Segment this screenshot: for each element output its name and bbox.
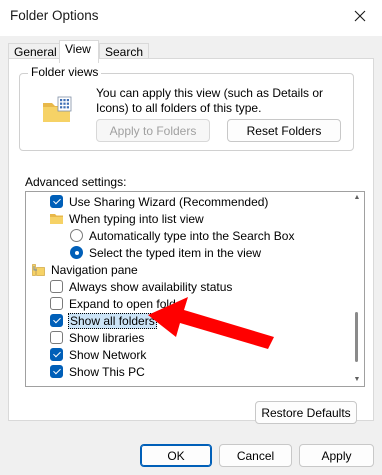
list-item-label: Use Sharing Wizard (Recommended) (69, 194, 269, 209)
folder-views-icon (43, 96, 72, 122)
ok-button[interactable]: OK (140, 444, 212, 467)
list-item-show-network[interactable]: Show Network (50, 346, 147, 363)
checkbox[interactable] (50, 331, 63, 344)
list-item-use-sharing-wizard[interactable]: Use Sharing Wizard (Recommended) (50, 193, 269, 210)
advanced-settings-label: Advanced settings: (25, 175, 127, 189)
navigation-pane-icon (32, 263, 45, 276)
list-item-navigation-pane: Navigation pane (32, 261, 139, 278)
list-item-label: When typing into list view (69, 211, 204, 226)
close-icon (354, 10, 366, 22)
list-item-expand-to-open[interactable]: Expand to open folder (50, 295, 187, 312)
list-item-label: Show This PC (69, 364, 145, 379)
restore-defaults-button[interactable]: Restore Defaults (255, 401, 357, 424)
checkbox[interactable] (50, 195, 63, 208)
scrollbar[interactable]: ▲ ▼ (350, 192, 364, 386)
radio-button[interactable] (70, 246, 83, 259)
checkbox[interactable] (50, 348, 63, 361)
apply-to-folders-button[interactable]: Apply to Folders (96, 119, 210, 142)
checkbox[interactable] (50, 297, 63, 310)
list-item-label: Show libraries (69, 330, 145, 345)
list-item-label: Always show availability status (69, 279, 233, 294)
list-item-show-libraries[interactable]: Show libraries (50, 329, 145, 346)
reset-folders-button[interactable]: Reset Folders (227, 119, 341, 142)
list-item-availability-status[interactable]: Always show availability status (50, 278, 233, 295)
list-item-label: Show all folders (68, 312, 157, 329)
folder-views-group: Folder views You can apply this view (su… (19, 65, 354, 151)
folder-icon (50, 213, 63, 224)
list-item-label: Show Network (69, 347, 147, 362)
list-item-auto-type-search[interactable]: Automatically type into the Search Box (70, 227, 295, 244)
list-item-show-all-folders[interactable]: Show all folders (50, 312, 157, 329)
scroll-down-icon[interactable]: ▼ (353, 376, 361, 384)
cancel-button[interactable]: Cancel (219, 444, 292, 467)
dialog-body: General View Search Folder views You can… (0, 36, 382, 475)
checkbox[interactable] (50, 314, 63, 327)
radio-button[interactable] (70, 229, 83, 242)
checkbox[interactable] (50, 280, 63, 293)
window-title: Folder Options (10, 8, 99, 23)
list-item-label: Automatically type into the Search Box (89, 228, 295, 243)
tab-view[interactable]: View (59, 40, 99, 63)
list-item-label: Expand to open folder (69, 296, 187, 311)
scroll-thumb[interactable] (355, 312, 358, 362)
list-item-show-this-pc[interactable]: Show This PC (50, 363, 146, 380)
list-item-when-typing: When typing into list view (50, 210, 205, 227)
folder-views-title: Folder views (28, 65, 102, 79)
list-item-label: Navigation pane (51, 262, 138, 277)
checkbox[interactable] (50, 365, 63, 378)
advanced-settings-list[interactable]: Use Sharing Wizard (Recommended) When ty… (25, 191, 365, 387)
folder-views-description: You can apply this view (such as Details… (96, 86, 324, 115)
apply-button[interactable]: Apply (299, 444, 374, 467)
list-item-label: Select the typed item in the view (89, 245, 262, 260)
view-tab-panel: Folder views You can apply this view (su… (8, 58, 374, 424)
list-item-select-typed-item[interactable]: Select the typed item in the view (70, 244, 262, 261)
scroll-up-icon[interactable]: ▲ (353, 194, 361, 202)
title-bar: Folder Options (0, 0, 382, 36)
close-button[interactable] (338, 0, 382, 32)
